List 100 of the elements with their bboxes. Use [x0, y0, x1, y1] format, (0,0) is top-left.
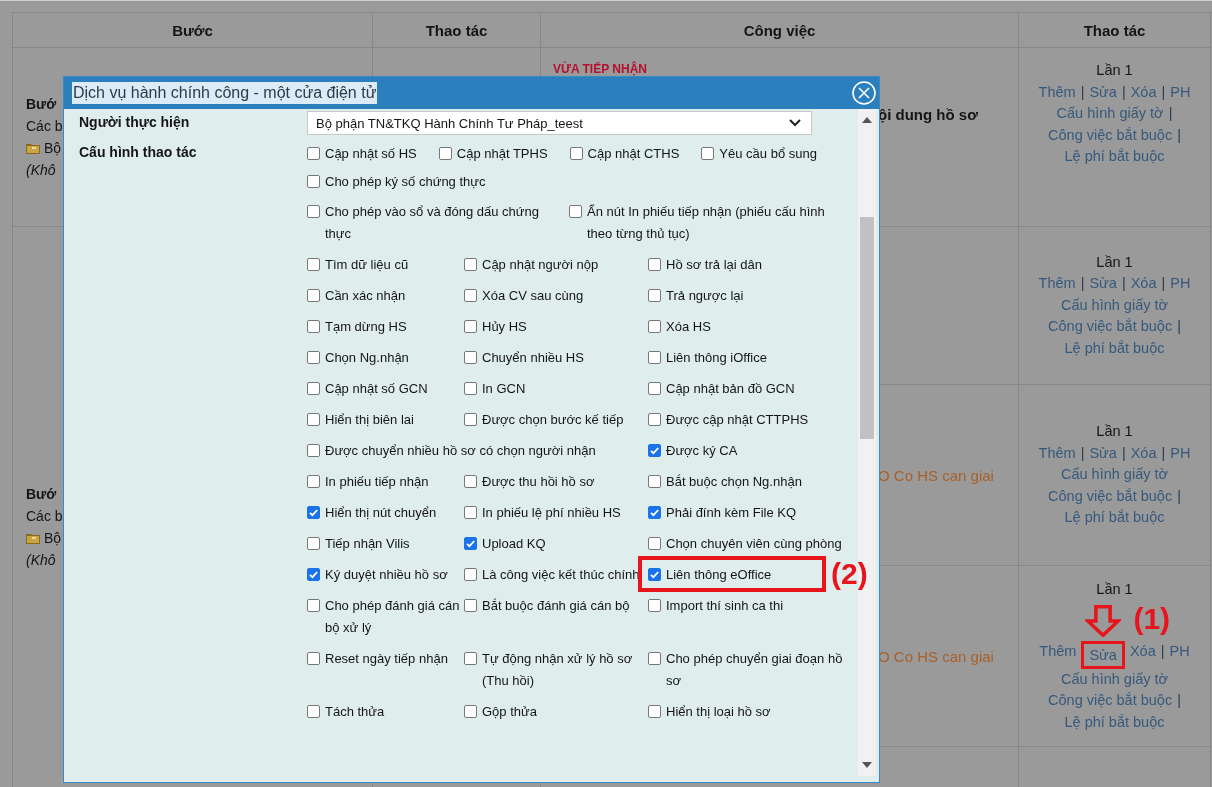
- checkbox[interactable]: [438, 147, 452, 160]
- action-link[interactable]: Xóa: [1130, 444, 1157, 461]
- checkbox[interactable]: [648, 444, 661, 457]
- action-link[interactable]: Lệ phí bắt buộc: [1064, 509, 1165, 526]
- checkbox[interactable]: [648, 351, 661, 364]
- attempt-label: Lần 1: [1096, 252, 1133, 272]
- checkbox[interactable]: [307, 413, 320, 426]
- option-label: Được thu hồi hồ sơ: [482, 473, 595, 491]
- checkbox[interactable]: [569, 147, 583, 160]
- checkbox[interactable]: [307, 175, 320, 188]
- action-link[interactable]: Sửa: [1089, 275, 1117, 292]
- checkbox[interactable]: [464, 705, 477, 718]
- action-link[interactable]: Cấu hình giấy tờ: [1060, 670, 1168, 687]
- action-link[interactable]: Cấu hình giấy tờ: [1056, 105, 1164, 121]
- action-link[interactable]: Công việc bắt buộc: [1048, 126, 1173, 143]
- action-link[interactable]: Cấu hình giấy tờ: [1060, 466, 1168, 483]
- action-link[interactable]: PH: [1170, 444, 1191, 461]
- action-link[interactable]: Lệ phí bắt buộc: [1064, 713, 1165, 730]
- action-link[interactable]: Xóa: [1130, 83, 1157, 100]
- checkbox[interactable]: [464, 413, 477, 426]
- checkbox[interactable]: [464, 258, 477, 271]
- checkbox[interactable]: [307, 537, 320, 550]
- action-link[interactable]: Sửa: [1089, 83, 1117, 100]
- action-link[interactable]: Sửa: [1081, 640, 1125, 669]
- performer-select[interactable]: Bộ phận TN&TKQ Hành Chính Tư Pháp_teest: [307, 111, 812, 135]
- action-link[interactable]: PH: [1170, 83, 1191, 100]
- option-label: Cập nhật CTHS: [587, 145, 680, 163]
- option-label: In GCN: [482, 380, 526, 398]
- checkbox[interactable]: [464, 320, 477, 333]
- option-label: Tiếp nhận Vilis: [325, 535, 410, 553]
- checkbox[interactable]: [307, 705, 320, 718]
- option-label: Cập nhật TPHS: [456, 145, 548, 163]
- checkbox[interactable]: [464, 506, 477, 519]
- checkbox[interactable]: [648, 568, 661, 581]
- checkbox[interactable]: [307, 506, 320, 519]
- action-link[interactable]: Sửa: [1089, 444, 1117, 461]
- action-link[interactable]: PH: [1169, 642, 1190, 659]
- checkbox[interactable]: [307, 289, 320, 302]
- field-label: Cấu hình thao tác: [79, 143, 198, 162]
- option-label: Cho phép ký số chứng thực: [325, 173, 486, 191]
- checkbox[interactable]: [648, 537, 661, 550]
- checkbox[interactable]: [307, 475, 320, 488]
- checkbox[interactable]: [307, 568, 320, 581]
- checkbox[interactable]: [648, 413, 661, 426]
- checkbox[interactable]: [569, 205, 582, 218]
- column-header: Thao tác: [425, 21, 488, 39]
- checkbox[interactable]: [648, 320, 661, 333]
- action-link[interactable]: Thêm: [1038, 275, 1076, 292]
- down-arrow-icon: [1085, 604, 1122, 637]
- checkbox[interactable]: [464, 568, 477, 581]
- checkbox[interactable]: [464, 382, 477, 395]
- close-icon[interactable]: [851, 80, 877, 106]
- option-label: Cho phép đánh giá cán bộ xử lý: [325, 597, 460, 637]
- checkbox[interactable]: [464, 351, 477, 364]
- checkbox[interactable]: [307, 258, 320, 271]
- checkbox[interactable]: [648, 506, 661, 519]
- action-link[interactable]: Thêm: [1038, 444, 1076, 461]
- checkbox[interactable]: [464, 599, 477, 612]
- checkbox[interactable]: [648, 475, 661, 488]
- attempt-label: Lần 1: [1096, 580, 1133, 599]
- checkbox[interactable]: [648, 599, 661, 612]
- column-header: Bước: [172, 21, 213, 39]
- action-link[interactable]: Thêm: [1039, 642, 1077, 659]
- checkbox[interactable]: [307, 205, 320, 218]
- folder-icon: [26, 142, 40, 154]
- action-link[interactable]: Xóa: [1130, 275, 1157, 292]
- action-link[interactable]: Thêm: [1038, 83, 1076, 100]
- checkbox[interactable]: [648, 652, 661, 665]
- checkbox[interactable]: [648, 289, 661, 302]
- action-link[interactable]: Lệ phí bắt buộc: [1064, 148, 1165, 164]
- option-label: Chọn chuyên viên cùng phòng: [666, 535, 842, 553]
- checkbox[interactable]: [701, 147, 715, 160]
- checkbox[interactable]: [464, 652, 477, 665]
- checkbox[interactable]: [464, 289, 477, 302]
- checkbox[interactable]: [307, 147, 320, 160]
- action-link[interactable]: Xóa: [1129, 642, 1156, 659]
- option-label: Bắt buộc chọn Ng.nhận: [666, 473, 802, 491]
- checkbox[interactable]: [307, 382, 320, 395]
- action-link[interactable]: Công việc bắt buộc: [1048, 318, 1173, 335]
- option-label: Xóa CV sau cùng: [482, 287, 584, 305]
- action-link[interactable]: Công việc bắt buộc: [1048, 487, 1173, 504]
- separator: |: [1080, 82, 1085, 102]
- action-link[interactable]: PH: [1170, 275, 1191, 292]
- checkbox[interactable]: [307, 652, 320, 665]
- separator: |: [1121, 274, 1126, 294]
- checkbox[interactable]: [307, 351, 320, 364]
- separator: |: [1177, 486, 1181, 506]
- checkbox[interactable]: [648, 382, 661, 395]
- action-link[interactable]: Cấu hình giấy tờ: [1060, 296, 1168, 313]
- checkbox[interactable]: [464, 537, 477, 550]
- checkbox[interactable]: [307, 320, 320, 333]
- checkbox[interactable]: [464, 475, 477, 488]
- action-link[interactable]: Công việc bắt buộc: [1048, 692, 1173, 708]
- option-label: Gộp thửa: [482, 703, 537, 721]
- checkbox[interactable]: [648, 705, 661, 718]
- checkbox[interactable]: [648, 258, 661, 271]
- action-link[interactable]: Lệ phí bắt buộc: [1064, 339, 1165, 356]
- checkbox[interactable]: [307, 599, 320, 612]
- checkbox[interactable]: [307, 444, 320, 457]
- option-label: Chọn Ng.nhận: [325, 349, 409, 367]
